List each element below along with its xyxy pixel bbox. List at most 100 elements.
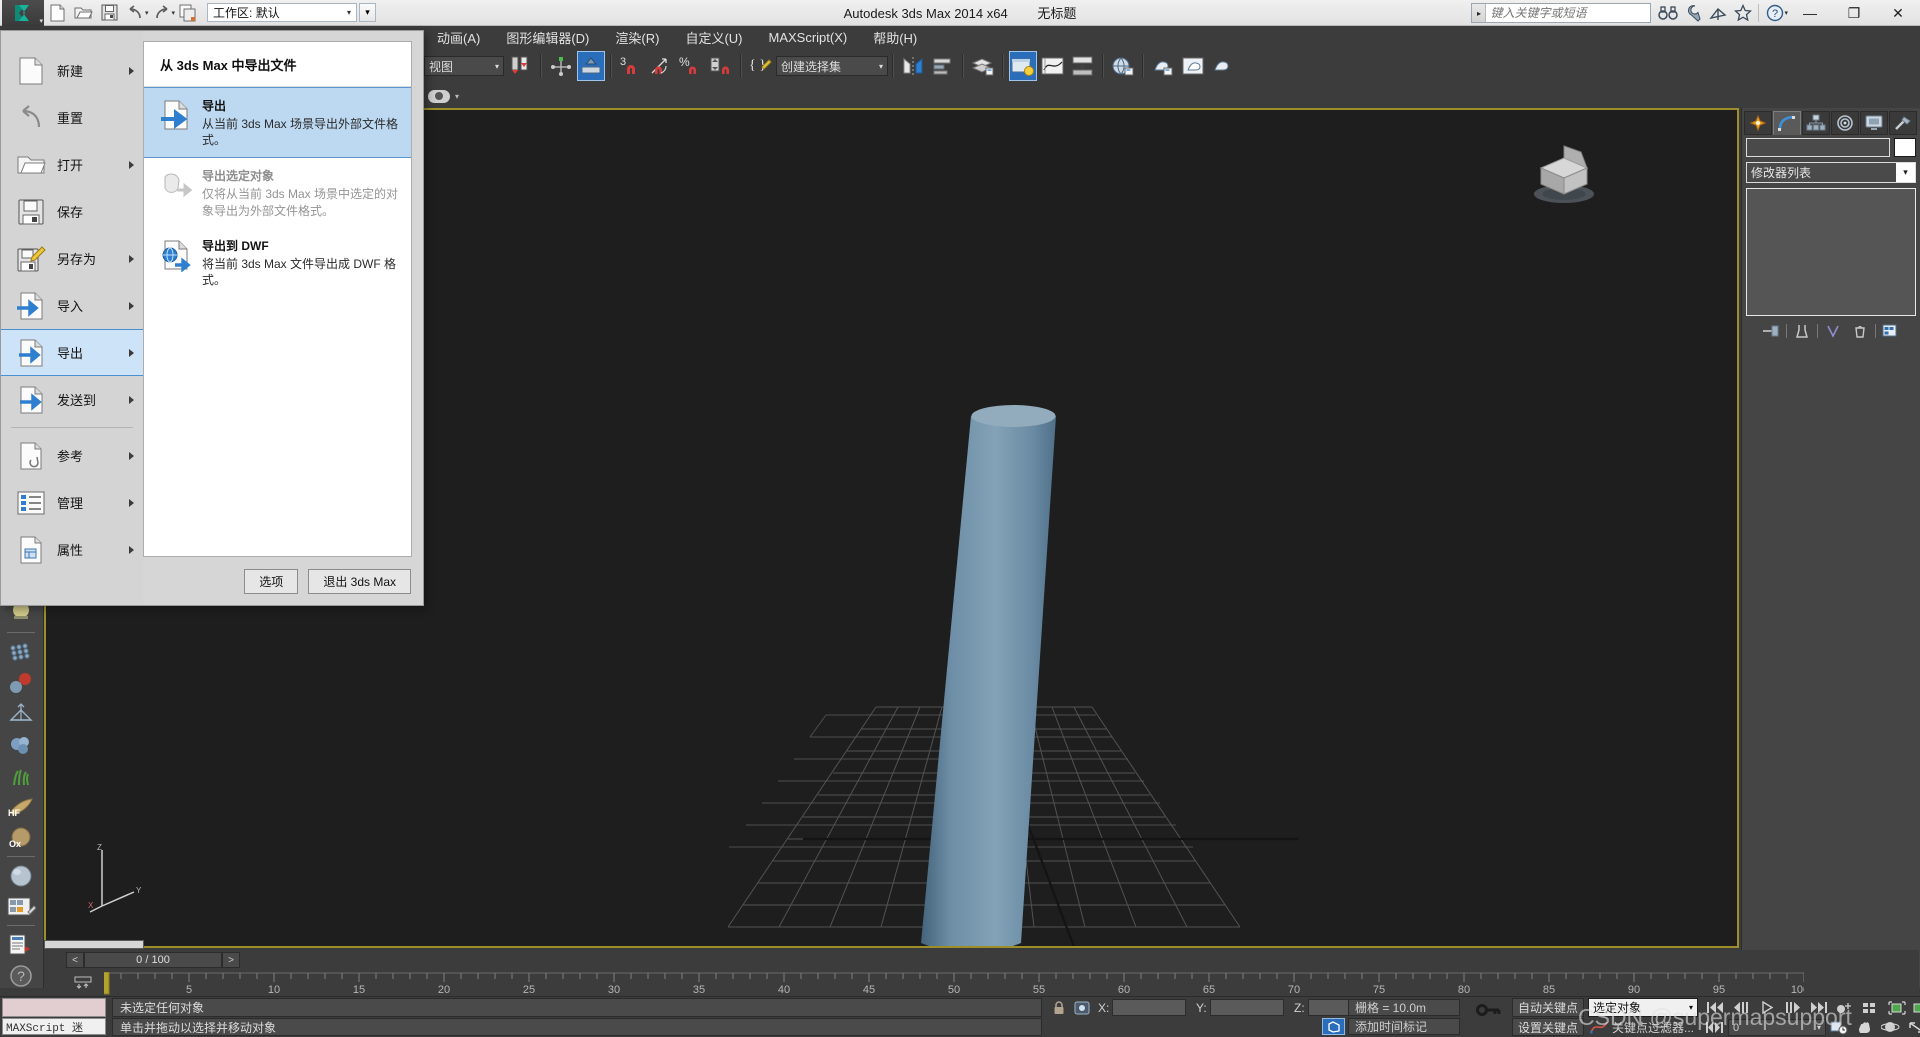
auto-key-button[interactable]: 自动关键点 bbox=[1512, 998, 1584, 1017]
star-icon[interactable] bbox=[1730, 1, 1755, 25]
hierarchy-tab[interactable] bbox=[1802, 111, 1830, 135]
sphere-icon[interactable] bbox=[0, 860, 42, 891]
align-button[interactable] bbox=[929, 51, 957, 81]
previous-frame-button[interactable] bbox=[1728, 998, 1754, 1017]
sidebar-item-reset[interactable]: 重置 bbox=[1, 94, 143, 141]
create-tab[interactable] bbox=[1744, 111, 1772, 135]
material-editor-button[interactable] bbox=[1009, 51, 1037, 81]
render-production-button[interactable] bbox=[1209, 51, 1237, 81]
display-tab[interactable] bbox=[1860, 111, 1888, 135]
named-selection-sets-button[interactable]: { } bbox=[747, 51, 775, 81]
menu-row-export[interactable]: 导出 从当前 3ds Max 场景导出外部文件格式。 bbox=[144, 87, 411, 159]
modifier-stack[interactable] bbox=[1746, 188, 1916, 316]
set-key-button[interactable]: 设置关键点 bbox=[1512, 1018, 1584, 1036]
key-step-button[interactable] bbox=[1702, 1018, 1728, 1037]
default-in-out-tangent-icon[interactable] bbox=[1588, 1018, 1610, 1036]
maxscript-mini-listener[interactable] bbox=[2, 998, 106, 1017]
layer-manager-button[interactable] bbox=[969, 51, 997, 81]
next-frame-button[interactable]: > bbox=[222, 952, 240, 968]
previous-frame-button[interactable]: < bbox=[66, 952, 84, 968]
make-unique-button[interactable] bbox=[1821, 322, 1845, 340]
grass-icon[interactable] bbox=[0, 760, 42, 791]
x-value[interactable] bbox=[1112, 999, 1187, 1016]
use-pivot-point-center-button[interactable] bbox=[507, 51, 535, 81]
ox-texture-icon[interactable]: Ox bbox=[0, 822, 42, 853]
menu-row-export-selected[interactable]: 导出选定对象 仅将从当前 3ds Max 场景中选定的对象导出为外部文件格式。 bbox=[144, 158, 411, 227]
sidebar-item-reference[interactable]: 参考 bbox=[1, 432, 143, 479]
hair-fur-icon[interactable]: HF bbox=[0, 791, 42, 822]
help-circle-icon[interactable]: ? bbox=[0, 960, 42, 991]
x-coordinate-field[interactable]: X: bbox=[1098, 999, 1187, 1016]
angle-snap-toggle-button[interactable] bbox=[647, 51, 675, 81]
options-button[interactable]: 选项 bbox=[244, 568, 299, 594]
selection-lock-icon[interactable] bbox=[1050, 999, 1068, 1017]
absolute-relative-toggle[interactable] bbox=[1072, 999, 1092, 1017]
current-frame-field[interactable]: 0 ▾ bbox=[1728, 1019, 1826, 1036]
sidebar-item-save[interactable]: 保存 bbox=[1, 188, 143, 235]
sidebar-item-export[interactable]: 导出 bbox=[1, 329, 143, 376]
modifier-list-dropdown[interactable]: 修改器列表 ▾ bbox=[1746, 162, 1916, 183]
project-folder-icon[interactable] bbox=[175, 1, 201, 25]
selection-set-combo[interactable]: 创建选择集 ▾ bbox=[776, 56, 888, 76]
time-configuration-button[interactable] bbox=[1858, 998, 1884, 1017]
wrench-icon[interactable] bbox=[1680, 1, 1705, 25]
play-animation-button[interactable] bbox=[1754, 998, 1780, 1017]
pan-view-button[interactable] bbox=[1852, 1018, 1878, 1037]
sidebar-item-properties[interactable]: 属性 bbox=[1, 526, 143, 573]
percent-snap-toggle-button[interactable]: % bbox=[677, 51, 705, 81]
render-iterative-button[interactable] bbox=[1149, 51, 1177, 81]
satellite-icon[interactable] bbox=[1705, 1, 1730, 25]
frame-counter[interactable]: 0 / 100 bbox=[84, 952, 222, 968]
schematic-view-button[interactable] bbox=[1069, 51, 1097, 81]
application-menu-button[interactable]: ▾ bbox=[2, 0, 44, 26]
motion-tab[interactable] bbox=[1831, 111, 1859, 135]
array-icon[interactable] bbox=[0, 636, 42, 667]
utilities-tab[interactable] bbox=[1889, 111, 1917, 135]
sidebar-item-save-as[interactable]: 另存为 bbox=[1, 235, 143, 282]
graphite-toolbar-toggle[interactable] bbox=[428, 89, 450, 103]
save-file-icon[interactable] bbox=[96, 1, 122, 25]
spinner-snap-toggle-button[interactable] bbox=[707, 51, 735, 81]
snap-to-grid-button[interactable] bbox=[577, 51, 605, 81]
render-setup-button[interactable] bbox=[1109, 51, 1137, 81]
zoom-extents-selected-button[interactable] bbox=[1910, 998, 1920, 1017]
menu-row-export-dwf[interactable]: 导出到 DWF 将当前 3ds Max 文件导出成 DWF 格式。 bbox=[144, 228, 411, 297]
time-slider[interactable]: < 0 / 100 > bbox=[66, 952, 240, 968]
menu-item-animation[interactable]: 动画(A) bbox=[424, 26, 493, 49]
remove-modifier-button[interactable] bbox=[1848, 322, 1872, 340]
close-button[interactable]: ✕ bbox=[1876, 0, 1920, 26]
view-cube[interactable] bbox=[1521, 130, 1607, 216]
key-mode-combo[interactable]: 选定对象 ▾ bbox=[1588, 998, 1698, 1017]
molecule-icon[interactable] bbox=[0, 667, 42, 698]
snap-toggle-3d-button[interactable]: 3 bbox=[617, 51, 645, 81]
menu-item-graph-editors[interactable]: 图形编辑器(D) bbox=[493, 26, 602, 49]
spinner-icon[interactable]: ▾ bbox=[1817, 1023, 1821, 1032]
object-color-swatch[interactable] bbox=[1894, 138, 1916, 157]
chevron-down-icon[interactable]: ▾ bbox=[455, 92, 459, 101]
open-file-icon[interactable] bbox=[70, 1, 96, 25]
add-time-tag[interactable]: 添加时间标记 bbox=[1348, 1018, 1460, 1035]
workspace-selector[interactable]: 工作区: 默认 ▾ bbox=[207, 3, 358, 22]
object-name-field[interactable] bbox=[1746, 138, 1890, 157]
reference-coordinate-system[interactable]: 视图 ▾ bbox=[424, 56, 504, 76]
maximize-viewport-button[interactable] bbox=[1904, 1018, 1920, 1037]
y-value[interactable] bbox=[1209, 999, 1284, 1016]
show-end-result-button[interactable] bbox=[1790, 322, 1814, 340]
workspace-dropdown-button[interactable]: ▾ bbox=[359, 3, 377, 22]
viewport-horizontal-scrollbar[interactable] bbox=[44, 940, 144, 949]
time-tag-icon[interactable] bbox=[1322, 1018, 1345, 1035]
rendered-frame-window-button[interactable] bbox=[1179, 51, 1207, 81]
sidebar-item-open[interactable]: 打开 bbox=[1, 141, 143, 188]
sidebar-item-manage[interactable]: 管理 bbox=[1, 479, 143, 526]
key-mode-toggle-button[interactable] bbox=[1832, 998, 1858, 1017]
menu-item-rendering[interactable]: 渲染(R) bbox=[602, 26, 672, 49]
menu-item-customize[interactable]: 自定义(U) bbox=[672, 26, 755, 49]
exit-button[interactable]: 退出 3ds Max bbox=[308, 568, 411, 594]
minimize-button[interactable]: — bbox=[1788, 0, 1832, 26]
y-coordinate-field[interactable]: Y: bbox=[1196, 999, 1284, 1016]
material-panel-icon[interactable] bbox=[0, 891, 42, 922]
next-frame-button[interactable] bbox=[1780, 998, 1806, 1017]
menu-item-maxscript[interactable]: MAXScript(X) bbox=[755, 28, 860, 47]
key-filters-button[interactable]: 关键点过滤器... bbox=[1612, 1018, 1708, 1036]
new-file-icon[interactable] bbox=[44, 1, 70, 25]
